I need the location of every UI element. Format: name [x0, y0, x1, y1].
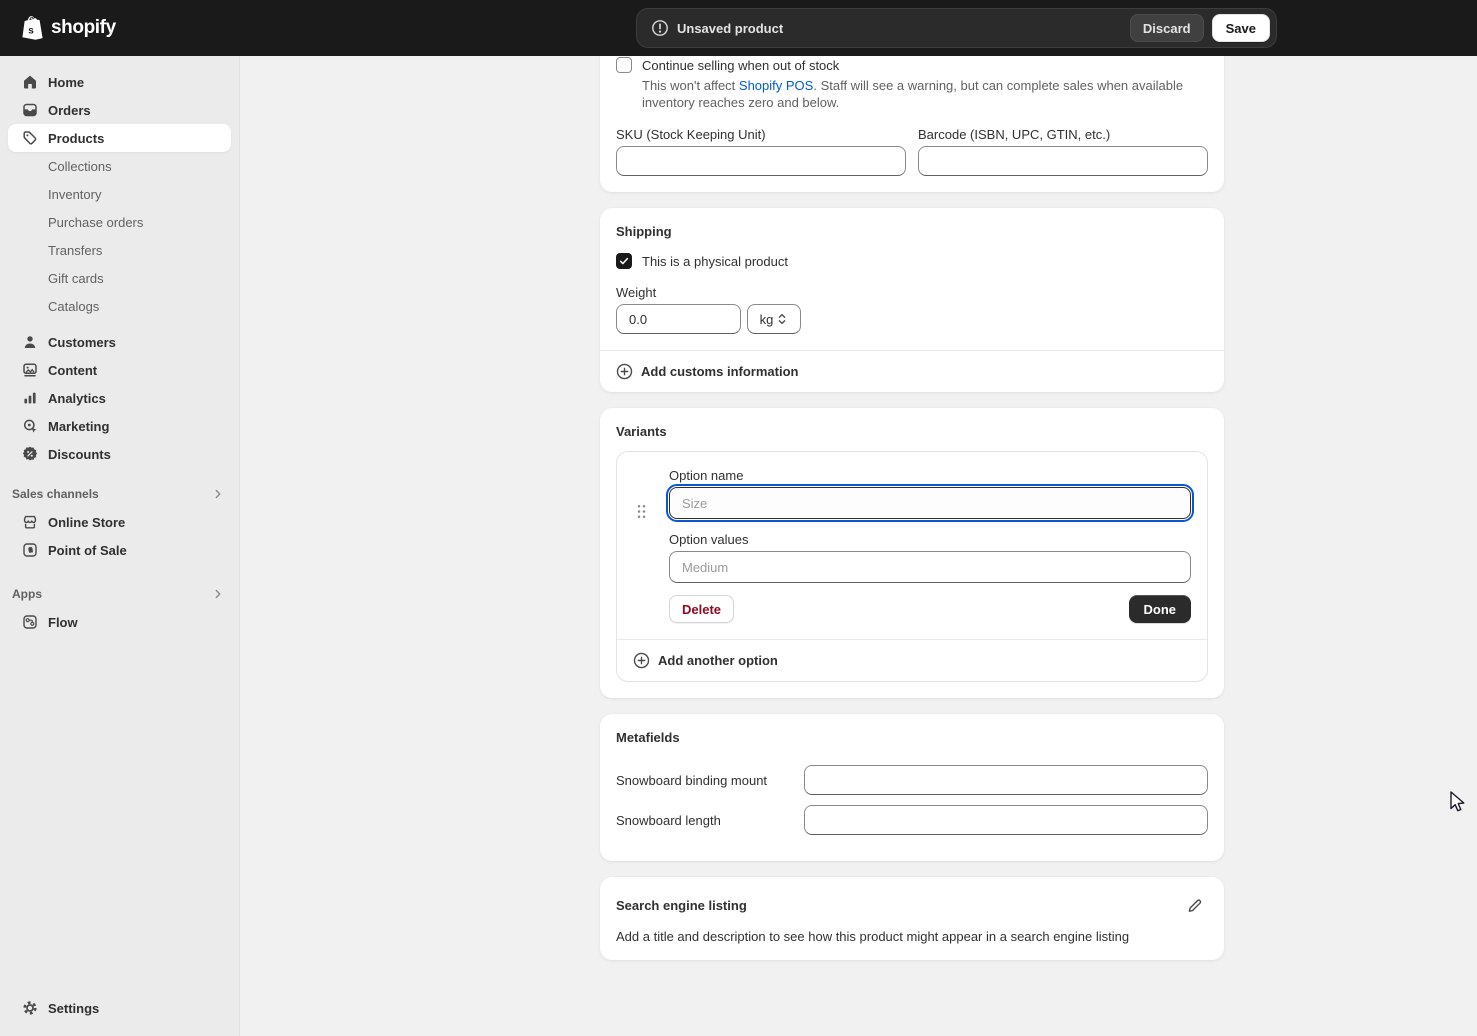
pos-icon — [22, 542, 38, 558]
products-icon — [22, 130, 38, 146]
sidebar-item-marketing[interactable]: Marketing — [8, 412, 231, 440]
sidebar-item-flow[interactable]: Flow — [8, 608, 231, 636]
sku-input[interactable] — [616, 146, 906, 176]
continue-selling-help: This won't affect Shopify POS. Staff wil… — [642, 77, 1194, 111]
sidebar-item-settings[interactable]: Settings — [8, 994, 231, 1022]
variant-option-editor: Option name Option values Delete Done — [616, 451, 1208, 682]
seo-card: Search engine listing Add a title and de… — [600, 877, 1224, 960]
seo-title: Search engine listing — [616, 898, 747, 913]
shopify-pos-link[interactable]: Shopify POS — [739, 78, 813, 93]
chevron-right-icon — [211, 587, 225, 601]
physical-product-checkbox[interactable] — [616, 253, 632, 269]
sidebar-item-customers[interactable]: Customers — [8, 328, 231, 356]
sidebar-item-collections[interactable]: Collections — [8, 152, 231, 180]
sidebar-section-sales-channels[interactable]: Sales channels — [0, 480, 239, 508]
sidebar-item-products[interactable]: Products — [8, 124, 231, 152]
store-icon — [22, 514, 38, 530]
add-another-option-button[interactable]: Add another option — [617, 640, 1207, 681]
weight-input[interactable] — [616, 304, 741, 334]
option-values-label: Option values — [669, 532, 1191, 547]
sidebar-item-content[interactable]: Content — [8, 356, 231, 384]
sidebar-item-discounts[interactable]: Discounts — [8, 440, 231, 468]
unsaved-changes-bar: Unsaved product Discard Save — [636, 8, 1277, 48]
shopify-logo[interactable]: s shopify — [20, 14, 116, 42]
barcode-label: Barcode (ISBN, UPC, GTIN, etc.) — [918, 127, 1208, 142]
edit-pencil-icon — [1186, 897, 1203, 914]
continue-selling-checkbox[interactable] — [616, 57, 632, 73]
main-content: Continue selling when out of stock This … — [240, 56, 1477, 1036]
snowboard-length-input[interactable] — [804, 805, 1208, 835]
sidebar-item-transfers[interactable]: Transfers — [8, 236, 231, 264]
metafields-card: Metafields Snowboard binding mount Snowb… — [600, 714, 1224, 861]
add-customs-button[interactable]: Add customs information — [600, 351, 1224, 392]
checkmark-icon — [618, 255, 630, 267]
save-button[interactable]: Save — [1212, 14, 1270, 42]
snowboard-binding-mount-input[interactable] — [804, 765, 1208, 795]
sidebar-item-gift-cards[interactable]: Gift cards — [8, 264, 231, 292]
sidebar-item-orders[interactable]: Orders — [8, 96, 231, 124]
barcode-input[interactable] — [918, 146, 1208, 176]
flow-icon — [22, 614, 38, 630]
inventory-card: Continue selling when out of stock This … — [600, 56, 1224, 192]
chevron-right-icon — [211, 487, 225, 501]
marketing-icon — [22, 418, 38, 434]
home-icon — [22, 74, 38, 90]
customers-icon — [22, 334, 38, 350]
plus-circle-icon — [633, 652, 650, 669]
sku-label: SKU (Stock Keeping Unit) — [616, 127, 906, 142]
edit-seo-button[interactable] — [1180, 891, 1208, 919]
sidebar-item-point-of-sale[interactable]: Point of Sale — [8, 536, 231, 564]
variants-card: Variants Option name Option values — [600, 408, 1224, 698]
metafield-label: Snowboard length — [616, 813, 804, 828]
option-name-input[interactable] — [669, 487, 1191, 519]
svg-text:s: s — [28, 26, 34, 37]
topbar: s shopify Unsaved product Discard Save — [0, 0, 1477, 56]
weight-label: Weight — [616, 285, 1208, 300]
orders-icon — [22, 102, 38, 118]
delete-option-button[interactable]: Delete — [669, 595, 734, 623]
discard-button[interactable]: Discard — [1130, 14, 1204, 42]
sidebar: Home Orders Products Collections Invento… — [0, 56, 240, 1036]
option-name-label: Option name — [669, 468, 1191, 483]
sidebar-section-apps[interactable]: Apps — [0, 580, 239, 608]
metafield-label: Snowboard binding mount — [616, 773, 804, 788]
sidebar-item-analytics[interactable]: Analytics — [8, 384, 231, 412]
alert-circle-icon — [651, 19, 669, 37]
option-values-input[interactable] — [669, 551, 1191, 583]
sidebar-item-inventory[interactable]: Inventory — [8, 180, 231, 208]
seo-description: Add a title and description to see how t… — [616, 929, 1208, 944]
sidebar-item-online-store[interactable]: Online Store — [8, 508, 231, 536]
analytics-icon — [22, 390, 38, 406]
metafields-title: Metafields — [616, 730, 1208, 745]
up-down-chevrons-icon — [776, 312, 788, 326]
shopify-bag-icon: s — [20, 14, 45, 42]
content-icon — [22, 362, 38, 378]
shopify-wordmark: shopify — [51, 17, 116, 39]
weight-unit-select[interactable]: kg — [747, 304, 801, 334]
unsaved-message: Unsaved product — [677, 21, 783, 36]
drag-handle-icon[interactable] — [637, 504, 646, 522]
sidebar-item-home[interactable]: Home — [8, 68, 231, 96]
sidebar-item-catalogs[interactable]: Catalogs — [8, 292, 231, 320]
shipping-title: Shipping — [616, 224, 1208, 239]
shipping-card: Shipping This is a physical product Weig… — [600, 208, 1224, 392]
sidebar-item-purchase-orders[interactable]: Purchase orders — [8, 208, 231, 236]
physical-product-label: This is a physical product — [642, 254, 788, 269]
plus-circle-icon — [616, 363, 633, 380]
discounts-icon — [22, 446, 38, 462]
continue-selling-label: Continue selling when out of stock — [642, 58, 839, 73]
done-option-button[interactable]: Done — [1129, 595, 1192, 623]
gear-icon — [22, 1000, 38, 1016]
variants-title: Variants — [616, 424, 1208, 439]
